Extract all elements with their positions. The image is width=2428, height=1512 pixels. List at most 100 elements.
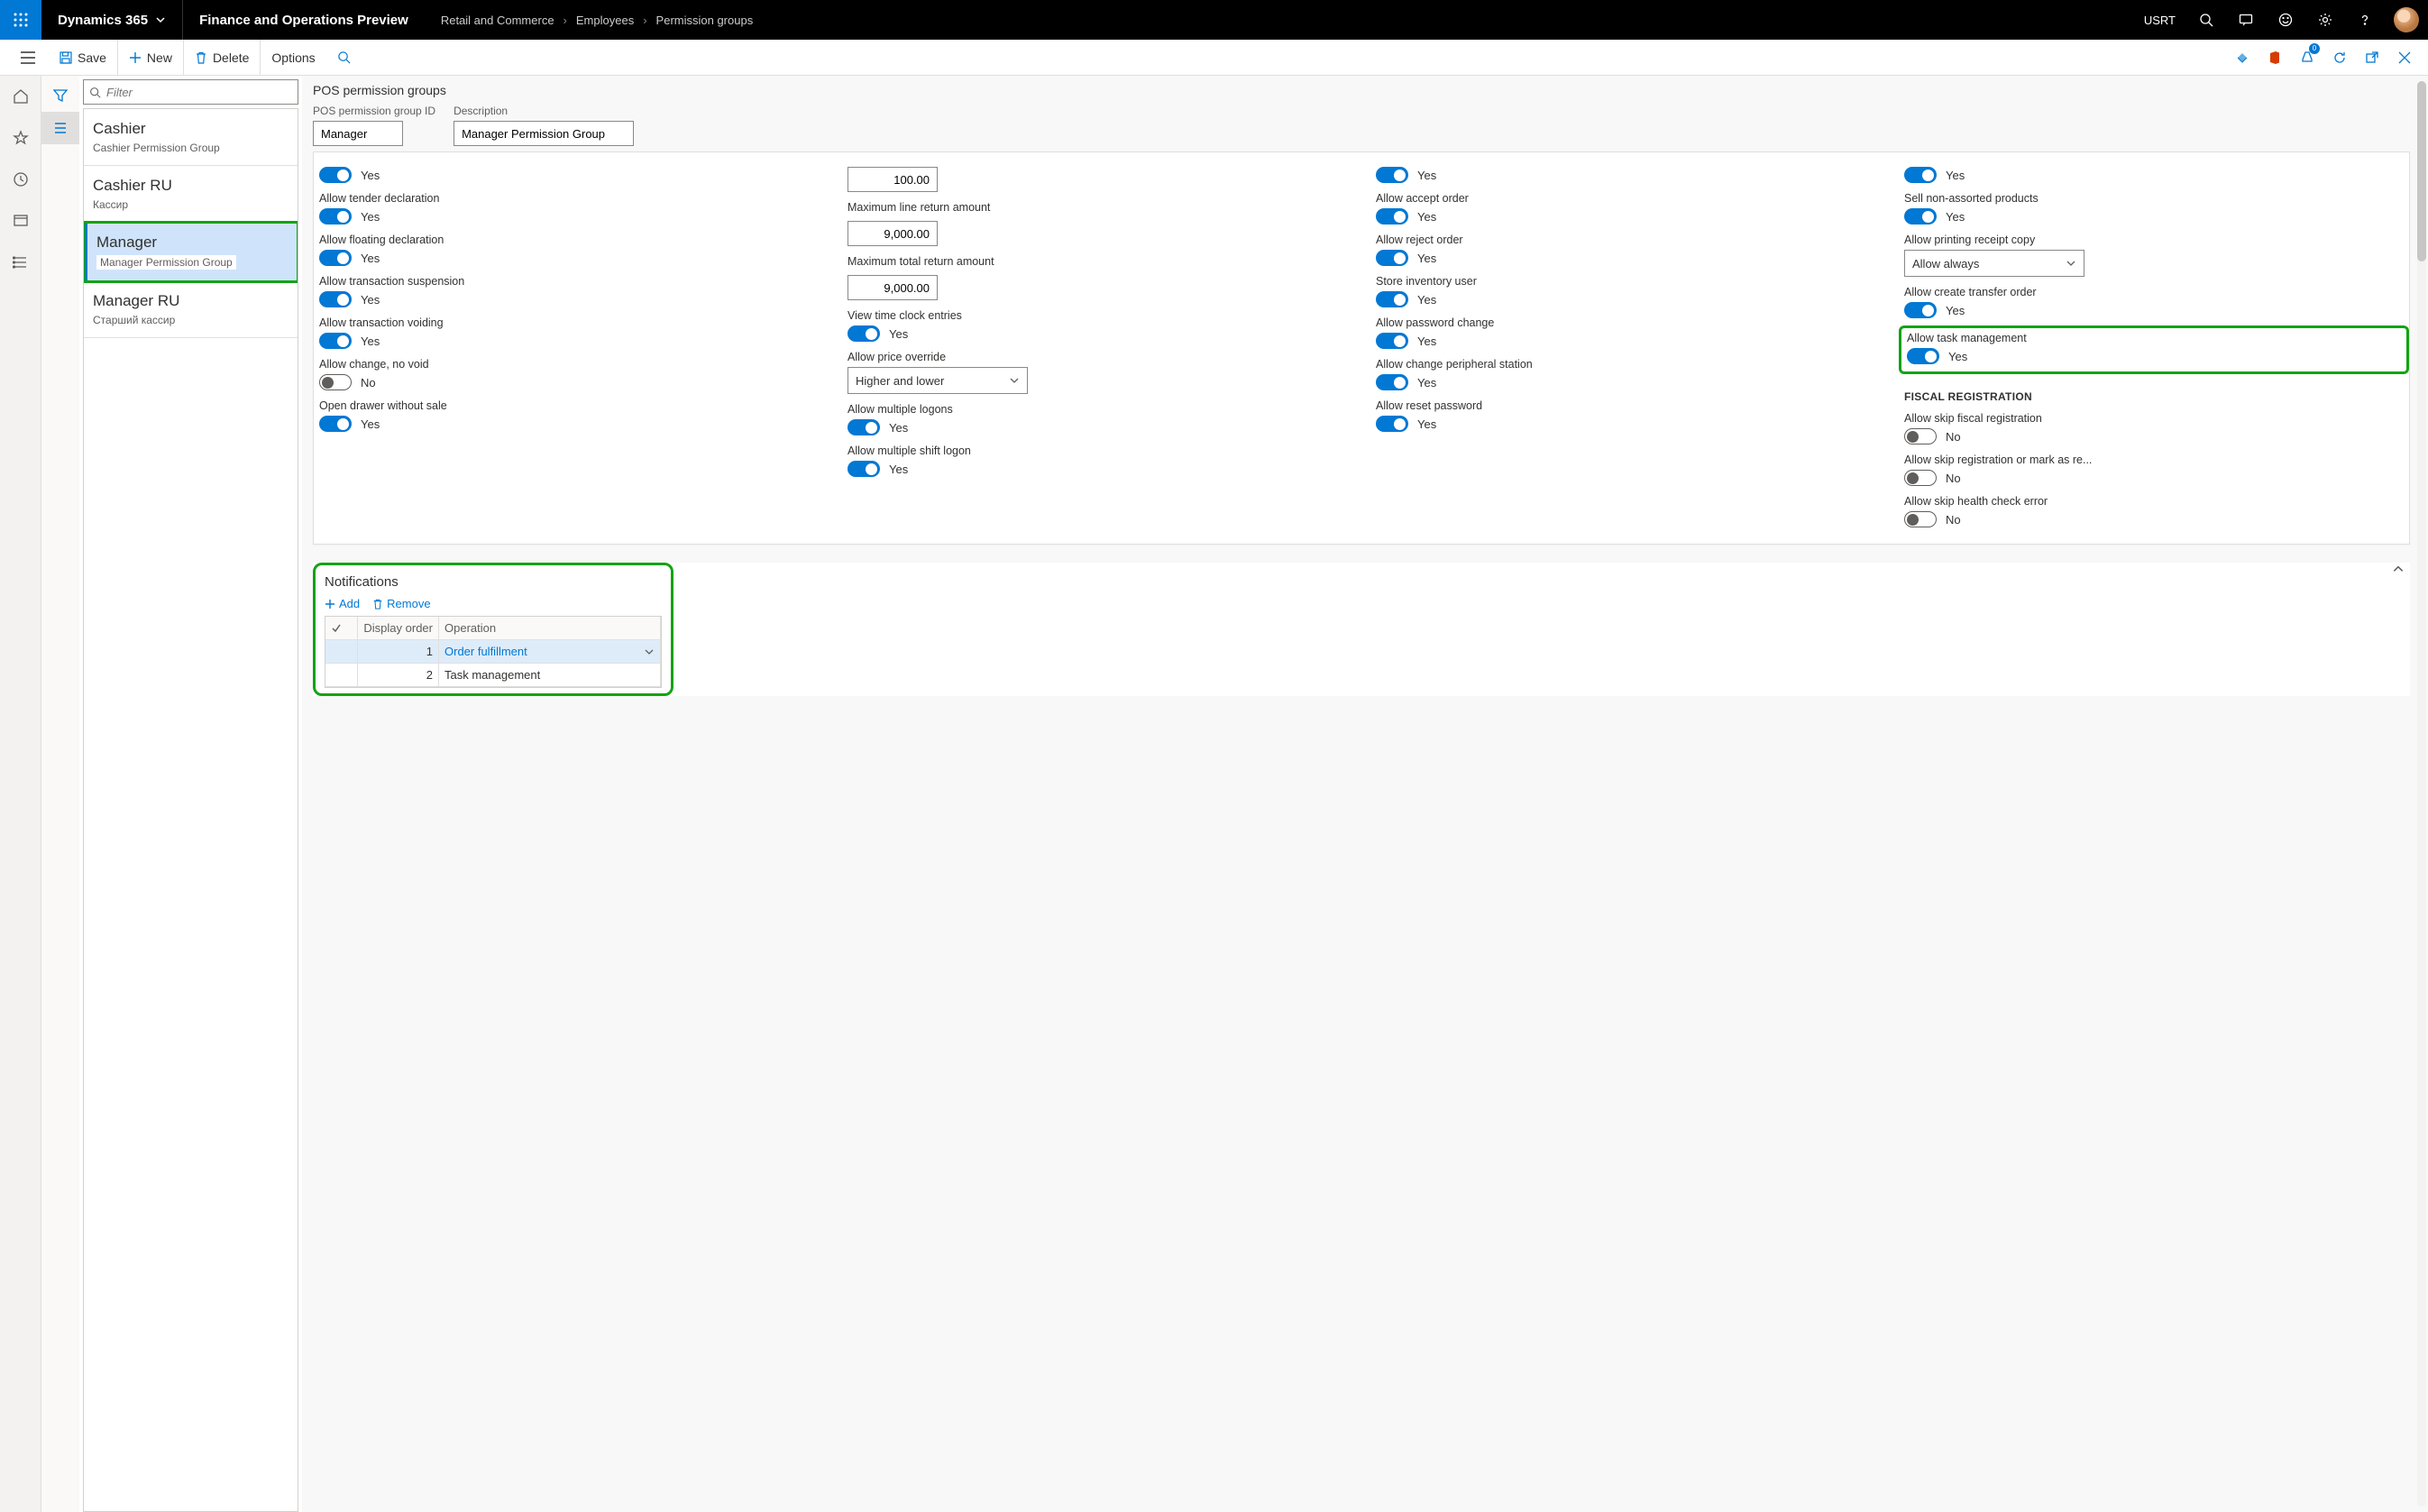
nav-workspaces-icon[interactable] [0,204,41,238]
operation-cell[interactable]: Task management [439,664,661,687]
table-row[interactable]: 2 Task management [325,664,661,687]
refresh-icon[interactable] [2323,40,2356,76]
toggle-value: Yes [889,421,908,435]
options-button[interactable]: Options [261,40,325,76]
toggle-switch[interactable] [1376,374,1408,390]
remove-button[interactable]: Remove [372,597,430,610]
toggle-value: Yes [1946,210,1965,224]
company-picker[interactable]: USRT [2133,14,2186,27]
operation-cell[interactable]: Order fulfillment [439,640,661,664]
group-id-input[interactable] [313,121,403,146]
toggle-switch[interactable] [319,291,352,307]
popout-icon[interactable] [2356,40,2388,76]
number-input[interactable] [848,275,938,300]
notification-badge: 0 [2309,43,2320,54]
hamburger-icon[interactable] [7,51,49,64]
toggle-switch[interactable] [319,167,352,183]
toggle-switch[interactable] [1904,167,1937,183]
toggle-switch[interactable] [1904,511,1937,527]
toggle-value: No [1946,472,1961,485]
toggle-value: Yes [1948,350,1967,363]
toggle-switch[interactable] [848,461,880,477]
toggle-switch[interactable] [1904,208,1937,225]
help-icon[interactable] [2345,0,2385,40]
column-header[interactable]: Display order [358,617,439,640]
permission-label: Maximum line return amount [848,201,1347,214]
nav-home-icon[interactable] [0,79,41,114]
toggle-switch[interactable] [319,250,352,266]
toggle-switch[interactable] [1376,208,1408,225]
list-item-title: Manager [96,234,289,252]
display-order-cell[interactable]: 2 [358,664,439,687]
description-input[interactable] [454,121,634,146]
toggle-switch[interactable] [848,419,880,435]
toggle-switch[interactable] [1904,302,1937,318]
office-icon[interactable] [2258,40,2291,76]
toggle-switch[interactable] [319,333,352,349]
add-button[interactable]: Add [325,597,360,610]
list-item[interactable]: Cashier Cashier Permission Group [84,109,298,166]
toggle-value: Yes [361,169,380,182]
action-search-icon[interactable] [326,40,362,76]
list-item[interactable]: Cashier RU Кассир [84,166,298,223]
list-item-subtitle: Кассир [93,198,289,211]
feedback-smile-icon[interactable] [2266,0,2305,40]
number-input[interactable] [848,221,938,246]
nav-recent-icon[interactable] [0,162,41,197]
row-select[interactable] [325,664,358,687]
permission-label: View time clock entries [848,309,1347,322]
toggle-switch[interactable] [1904,428,1937,444]
save-button[interactable]: Save [49,40,118,76]
toggle-switch[interactable] [319,416,352,432]
toggle-switch[interactable] [1907,348,1939,364]
messages-icon[interactable] [2226,0,2266,40]
filter-funnel-icon[interactable] [41,79,79,112]
toggle-value: Yes [1417,293,1436,307]
app-launcher-button[interactable] [0,0,41,40]
attach-icon[interactable] [2226,40,2258,76]
toggle-switch[interactable] [319,208,352,225]
toggle-switch[interactable] [1376,250,1408,266]
delete-button[interactable]: Delete [184,40,261,76]
scrollbar[interactable] [2417,81,2426,1507]
settings-gear-icon[interactable] [2305,0,2345,40]
nav-favorites-icon[interactable] [0,121,41,155]
select-all-checkbox[interactable] [325,617,358,640]
display-order-cell[interactable]: 1 [358,640,439,664]
scrollbar-thumb[interactable] [2417,81,2426,261]
user-avatar[interactable] [2394,7,2419,32]
toggle-switch[interactable] [1376,416,1408,432]
table-row[interactable]: 1 Order fulfillment [325,640,661,664]
toggle-switch[interactable] [1376,167,1408,183]
breadcrumb-item[interactable]: Employees [576,14,634,27]
breadcrumb-item[interactable]: Retail and Commerce [441,14,554,27]
search-icon[interactable] [2186,0,2226,40]
breadcrumb-item[interactable]: Permission groups [656,14,754,27]
nav-modules-icon[interactable] [0,245,41,279]
select-input[interactable]: Allow always [1904,250,2084,277]
row-select[interactable] [325,640,358,664]
filter-input[interactable] [106,86,292,99]
list-view-icon[interactable] [41,112,79,144]
new-button[interactable]: New [118,40,184,76]
permission-label: Maximum total return amount [848,255,1347,268]
toggle-switch[interactable] [1376,291,1408,307]
column-header[interactable]: Operation [439,617,661,640]
collapse-chevron-icon[interactable] [2387,563,2410,575]
toggle-switch[interactable] [319,374,352,390]
toggle-value: No [1946,513,1961,527]
toggle-switch[interactable] [1904,470,1937,486]
permission-label: Allow skip health check error [1904,495,2404,508]
product-brand[interactable]: Dynamics 365 [41,0,183,40]
close-icon[interactable] [2388,40,2421,76]
toggle-value: No [1946,430,1961,444]
list-item[interactable]: Manager RU Старший кассир [84,281,298,338]
number-input[interactable] [848,167,938,192]
list-item-selected[interactable]: Manager Manager Permission Group [84,223,298,281]
filter-input-wrapper[interactable] [83,79,298,105]
list-item-subtitle: Cashier Permission Group [93,142,289,154]
toggle-switch[interactable] [1376,333,1408,349]
notifications-icon[interactable]: 0 [2291,40,2323,76]
toggle-switch[interactable] [848,325,880,342]
select-input[interactable]: Higher and lower [848,367,1028,394]
